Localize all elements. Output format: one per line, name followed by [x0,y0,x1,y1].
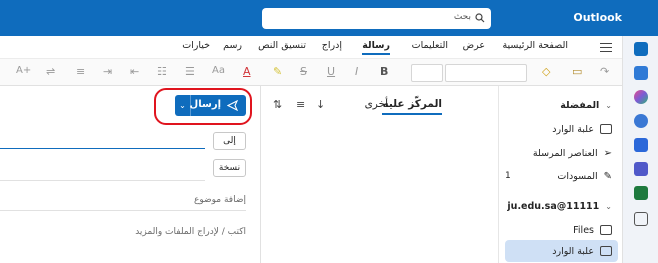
search-box[interactable]: بحث [262,8,491,29]
mail-app-icon[interactable] [634,42,648,56]
app-brand: Outlook [573,11,622,24]
font-color-button[interactable]: A [243,65,251,78]
tab-message[interactable]: رسالة [362,40,390,55]
numbering-icon[interactable]: ☷ [157,65,167,78]
font-family-select[interactable] [445,64,527,82]
folder-label: العناصر المرسلة [532,147,598,159]
highlight-icon[interactable]: ✎ [273,65,282,78]
paste-icon[interactable]: ▭ [572,65,582,78]
folder-icon [600,225,612,235]
formatting-toolbar: ↷ ▭ ◇ B I U S ✎ A Aa ☰ ☷ ⇤ ⇥ ≡ ⇌ A+ [0,58,622,86]
folder-label: علبة الوارد [552,123,594,135]
app-rail [622,36,658,263]
folder-inbox-account[interactable]: علبة الوارد [552,242,612,260]
account-header[interactable]: ju.edu.sa@11111 ⌄ [507,197,612,215]
sensitivity-icon[interactable]: ◇ [542,65,550,78]
inbox-icon [600,124,612,134]
folder-drafts[interactable]: المسودات ✎ [557,167,612,185]
folder-sent[interactable]: العناصر المرسلة ➢ [533,144,612,162]
folder-label: Files [573,224,594,236]
inbox-icon [600,246,612,256]
sort-icon[interactable]: ⇅ [273,98,282,111]
redo-icon[interactable]: ↷ [600,65,609,78]
message-list: المركّز عليه أخرى ↓ ≡ ⇅ [260,86,498,263]
copilot-app-icon[interactable] [634,90,648,104]
search-placeholder: بحث [453,12,471,22]
tab-focused[interactable]: المركّز عليه [382,98,442,115]
font-size-select[interactable] [411,64,443,82]
tab-help[interactable]: التعليمات [412,40,448,51]
cc-button[interactable]: نسخة [213,159,246,177]
tab-format-text[interactable]: تنسيق النص [258,40,306,51]
grow-font-button[interactable]: A+ [16,65,31,76]
italic-button[interactable]: I [355,65,358,78]
body-field[interactable]: اكتب / لإدراج الملفات والمزيد [135,227,246,237]
tab-other[interactable]: أخرى [365,98,388,110]
send-icon: ➢ [603,147,612,159]
account-label: ju.edu.sa@11111 [507,200,600,212]
tab-draw[interactable]: رسم [223,40,242,51]
draft-icon: ✎ [603,170,612,182]
favorites-header[interactable]: المفضلة ⌄ [560,96,612,114]
title-bar: بحث Outlook [0,0,658,36]
excel-app-icon[interactable] [634,186,648,200]
calendar-app-icon[interactable] [634,66,648,80]
teams-app-icon[interactable] [634,162,648,176]
drafts-count: 1 [505,171,511,181]
to-button[interactable]: إلى [213,132,246,150]
ribbon-tabs: الصفحة الرئيسية عرض التعليمات رسالة إدرا… [0,36,622,58]
bullets-icon[interactable]: ☰ [185,65,195,78]
tab-insert[interactable]: إدراج [322,40,342,51]
styles-button[interactable]: Aa [212,65,225,76]
search-icon [475,13,485,23]
apps-grid-icon[interactable] [634,212,648,226]
tab-view[interactable]: عرض [463,40,485,51]
subject-divider [0,210,246,211]
to-field[interactable] [0,148,205,149]
todo-app-icon[interactable] [634,138,648,152]
send-button-annotation [154,88,252,125]
folder-label: علبة الوارد [552,245,594,257]
underline-button[interactable]: U [327,65,335,78]
favorites-label: المفضلة [560,99,600,111]
folder-pane: المفضلة ⌄ علبة الوارد العناصر المرسلة ➢ … [498,86,622,263]
tab-options[interactable]: خيارات [182,40,210,51]
cc-field[interactable] [0,180,205,181]
tab-home[interactable]: الصفحة الرئيسية [502,40,568,51]
folder-inbox[interactable]: علبة الوارد [552,120,612,138]
align-icon[interactable]: ≡ [76,65,85,78]
chevron-down-icon: ⌄ [605,100,612,110]
paragraph-icon[interactable]: ⇌ [46,65,55,78]
bold-button[interactable]: B [380,65,388,78]
menu-icon[interactable] [600,43,612,52]
folder-files[interactable]: Files [573,221,612,239]
people-app-icon[interactable] [634,114,648,128]
subject-field[interactable]: إضافة موضوع [194,195,246,205]
increase-indent-icon[interactable]: ⇥ [103,65,112,78]
filter-icon[interactable]: ≡ [296,98,305,111]
decrease-indent-icon[interactable]: ⇤ [130,65,139,78]
folder-label: المسودات [557,170,598,182]
select-icon[interactable]: ↓ [316,98,325,111]
strikethrough-button[interactable]: S [300,65,307,78]
chevron-down-icon: ⌄ [605,201,612,211]
